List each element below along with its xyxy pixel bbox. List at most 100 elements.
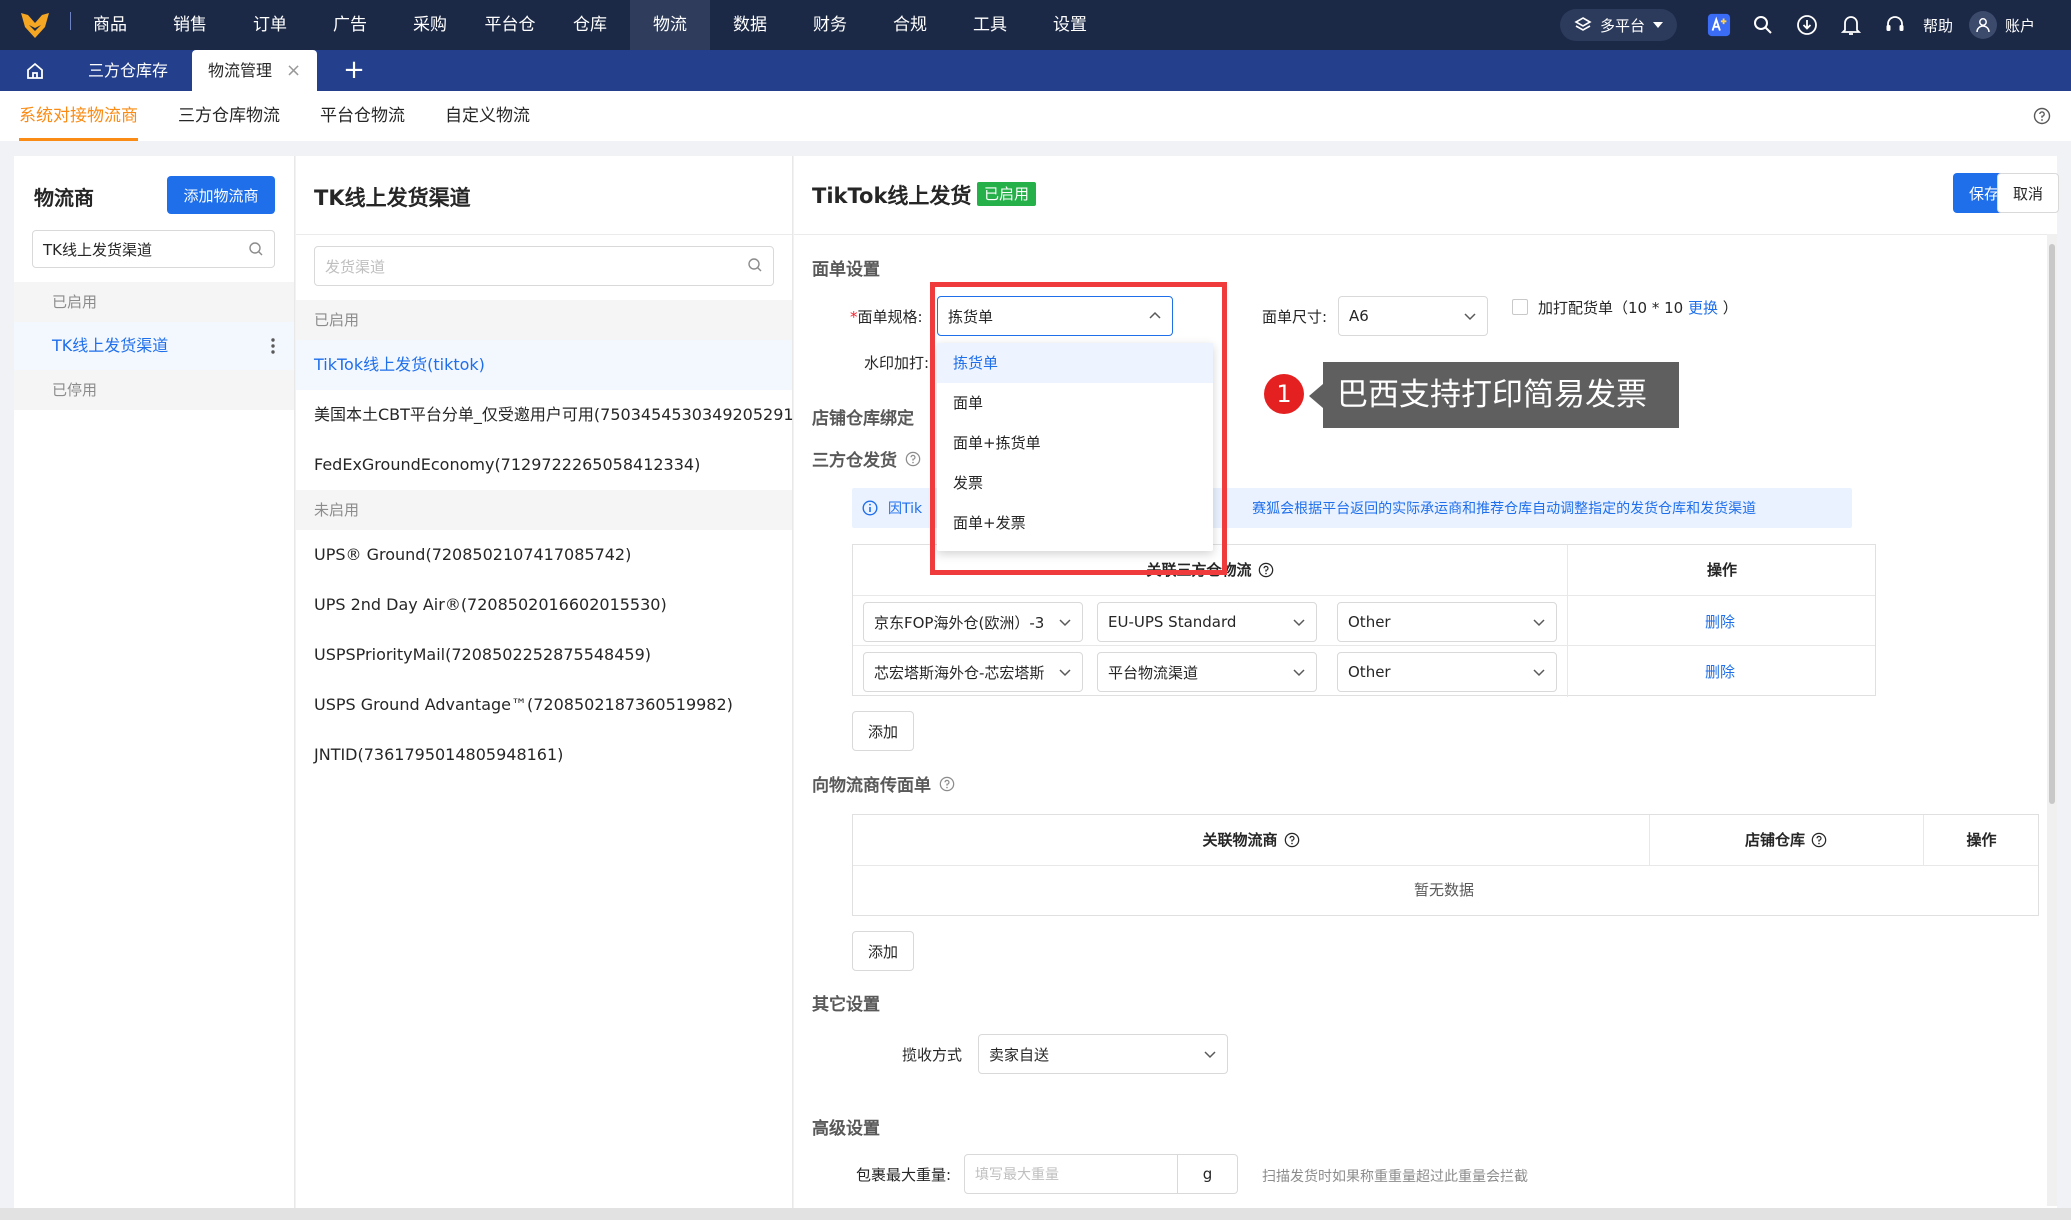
channel-panel: TK线上发货渠道 发货渠道 已启用 TikTok线上发货(tiktok) 美国本… (296, 156, 800, 1208)
channel-panel-title: TK线上发货渠道 (314, 186, 471, 210)
subtab-custom-logistics[interactable]: 自定义物流 (445, 91, 530, 141)
help-circle-icon[interactable] (1258, 562, 1274, 578)
shipping-select[interactable]: 平台物流渠道 (1097, 652, 1317, 692)
section-3pl-shipping: 三方仓发货 (812, 446, 921, 471)
close-icon[interactable]: × (286, 50, 301, 91)
menu-tools[interactable]: 工具 (950, 0, 1030, 50)
help-circle-icon[interactable] (1811, 832, 1827, 848)
highlight-box (930, 282, 1227, 575)
chevron-down-icon (1059, 669, 1071, 677)
info-text-left: 因Tik (888, 501, 923, 517)
cancel-button[interactable]: 取消 (1997, 173, 2059, 213)
section-other-settings: 其它设置 (812, 990, 880, 1015)
add-carrier-button[interactable]: 添加物流商 (167, 176, 275, 214)
chevron-down-icon (1533, 669, 1545, 677)
carrier-select[interactable]: Other (1337, 602, 1557, 642)
channel-item[interactable]: JNTID(7361795014805948161) (314, 730, 563, 780)
channel-item[interactable]: TikTok线上发货(tiktok) (296, 340, 792, 390)
help-circle-icon[interactable] (1284, 832, 1300, 848)
main-menu: 商品 销售 订单 广告 采购 平台仓 仓库 物流 数据 财务 合规 工具 设置 (70, 0, 1110, 50)
tab-divider (70, 12, 71, 30)
carrier-item-label: TK线上发货渠道 (52, 336, 169, 355)
chevron-down-icon (1293, 669, 1305, 677)
menu-warehouse[interactable]: 仓库 (550, 0, 630, 50)
channel-item[interactable]: USPS Ground Advantage™(72085021873605199… (314, 680, 733, 730)
col-assoc-carrier: 关联物流商 (853, 815, 1649, 865)
menu-platform-warehouse[interactable]: 平台仓 (470, 0, 550, 50)
carrier-group-enabled: 已启用 (14, 282, 294, 322)
help-circle-icon[interactable] (939, 776, 955, 792)
warehouse-select[interactable]: 芯宏塔斯海外仓-芯宏塔斯 (863, 652, 1083, 692)
bottom-scrollbar[interactable] (0, 1208, 2071, 1220)
avatar (1968, 11, 1997, 39)
add-tab-icon[interactable]: + (343, 50, 365, 91)
col-divider (1923, 815, 1924, 865)
shipping-value: EU-UPS Standard (1108, 613, 1237, 631)
bell-icon[interactable] (1839, 13, 1863, 37)
carrier-panel: 物流商 添加物流商 TK线上发货渠道 已启用 TK线上发货渠道 已停用 (14, 156, 295, 1208)
account-menu[interactable]: 账户 (1968, 11, 2035, 39)
menu-sales[interactable]: 销售 (150, 0, 230, 50)
menu-orders[interactable]: 订单 (230, 0, 310, 50)
subtab-platform-logistics[interactable]: 平台仓物流 (320, 91, 405, 141)
subtab-system-carriers[interactable]: 系统对接物流商 (19, 91, 138, 141)
scroll-thumb[interactable] (2049, 244, 2055, 804)
channel-item[interactable]: 美国本土CBT平台分单_仅受邀用户可用(7503454530349205291) (314, 390, 800, 440)
change-size-link[interactable]: 更换 (1688, 299, 1718, 317)
add-3pl-button[interactable]: 添加 (852, 711, 914, 751)
form-size-select[interactable]: A6 (1338, 296, 1488, 336)
carrier-panel-title: 物流商 (34, 186, 94, 210)
subtab-3pl-logistics[interactable]: 三方仓库物流 (178, 91, 280, 141)
channel-item[interactable]: FedExGroundEconomy(7129722265058412334) (314, 440, 700, 490)
carrier-search-input[interactable]: TK线上发货渠道 (32, 230, 275, 268)
menu-products[interactable]: 商品 (70, 0, 150, 50)
warehouse-value: 芯宏塔斯海外仓-芯宏塔斯 (874, 663, 1045, 682)
menu-ads[interactable]: 广告 (310, 0, 390, 50)
scrollbar[interactable] (2047, 234, 2057, 1206)
channel-item[interactable]: UPS® Ground(7208502107417085742) (314, 530, 631, 580)
delete-link[interactable]: 删除 (1705, 661, 1735, 682)
menu-finance[interactable]: 财务 (790, 0, 870, 50)
print-pick-checkbox[interactable] (1512, 299, 1528, 315)
channel-item[interactable]: UPS 2nd Day Air®(7208502016602015530) (314, 580, 667, 630)
section-label: 三方仓发货 (812, 451, 897, 471)
delete-link[interactable]: 删除 (1705, 611, 1735, 632)
carrier-group-disabled: 已停用 (14, 370, 294, 410)
channel-item[interactable]: USPSPriorityMail(7208502252875548459) (314, 630, 651, 680)
shipping-select[interactable]: EU-UPS Standard (1097, 602, 1317, 642)
section-store-warehouse: 店铺仓库绑定 (812, 404, 914, 429)
empty-state: 暂无数据 (1414, 881, 1475, 899)
form-spec-label: *面单规格: (850, 306, 923, 327)
tab-third-party-inventory[interactable]: 三方仓库存 (70, 50, 186, 91)
more-vertical-icon[interactable] (270, 336, 276, 356)
search-icon (748, 258, 762, 272)
tab-logistics-management[interactable]: 物流管理 × (192, 50, 318, 91)
app-logo[interactable] (0, 0, 70, 50)
menu-data[interactable]: 数据 (710, 0, 790, 50)
caret-down-icon (1652, 22, 1663, 28)
menu-settings[interactable]: 设置 (1030, 0, 1110, 50)
download-icon[interactable] (1795, 13, 1819, 37)
help-circle-icon[interactable] (905, 451, 921, 467)
carrier-value: Other (1348, 613, 1391, 631)
search-icon[interactable] (1751, 13, 1775, 37)
warehouse-select[interactable]: 京东FOP海外仓(欧洲）-3 (863, 602, 1083, 642)
add-upload-button[interactable]: 添加 (852, 931, 914, 971)
carrier-item-tk[interactable]: TK线上发货渠道 (14, 322, 294, 370)
row-divider (853, 645, 1875, 646)
pickup-select[interactable]: 卖家自送 (978, 1034, 1228, 1074)
home-icon[interactable] (0, 50, 70, 91)
platform-switcher[interactable]: 多平台 (1559, 9, 1677, 41)
chevron-down-icon (1464, 313, 1476, 321)
ai-assistant-icon[interactable] (1707, 13, 1731, 37)
print-pick-close: ） (1722, 299, 1738, 317)
channel-search-input[interactable]: 发货渠道 (314, 246, 774, 286)
menu-purchase[interactable]: 采购 (390, 0, 470, 50)
carrier-select[interactable]: Other (1337, 652, 1557, 692)
max-weight-input[interactable]: 填写最大重量 (964, 1154, 1178, 1194)
help-link[interactable]: 帮助 (1923, 15, 1953, 36)
menu-compliance[interactable]: 合规 (870, 0, 950, 50)
help-circle-icon[interactable] (2033, 107, 2051, 129)
menu-logistics[interactable]: 物流 (630, 0, 710, 50)
headset-icon[interactable] (1883, 13, 1907, 37)
